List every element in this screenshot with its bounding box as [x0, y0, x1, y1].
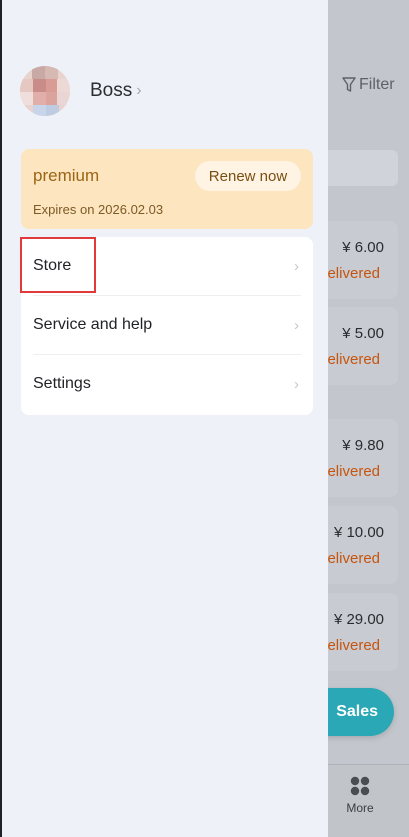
order-price: ¥ 9.80	[342, 437, 384, 454]
filter-label: Filter	[359, 76, 395, 93]
order-card[interactable]: ¥ 9.80 elivered	[318, 419, 398, 497]
premium-expiry: Expires on 2026.02.03	[33, 202, 164, 217]
order-status: elivered	[327, 550, 380, 567]
chevron-right-icon: ›	[294, 376, 299, 393]
order-card[interactable]: ¥ 6.00 elivered	[318, 221, 398, 299]
chevron-right-icon: ›	[294, 258, 299, 275]
avatar[interactable]	[20, 66, 70, 116]
profile-link[interactable]: Boss ›	[90, 80, 142, 102]
tab-more-label: More	[346, 801, 374, 815]
premium-title: premium	[33, 166, 100, 185]
menu-item-label: Service and help	[33, 316, 153, 333]
filter-button[interactable]: Filter	[342, 76, 395, 94]
order-price: ¥ 29.00	[333, 611, 384, 628]
order-status: elivered	[327, 637, 380, 654]
chevron-right-icon: ›	[294, 317, 299, 334]
order-card[interactable]: ¥ 10.00 elivered	[318, 506, 398, 584]
order-price: ¥ 10.00	[333, 524, 384, 541]
sales-label: Sales	[336, 703, 378, 720]
order-status: elivered	[327, 463, 380, 480]
premium-card[interactable]: premium Renew now Expires on 2026.02.03	[21, 149, 313, 229]
filter-icon	[342, 77, 356, 92]
order-card[interactable]: ¥ 29.00 elivered	[318, 593, 398, 671]
order-status: elivered	[327, 351, 380, 368]
menu-item-service-and-help[interactable]: Service and help ›	[21, 296, 313, 355]
grid-icon	[350, 776, 370, 796]
chevron-right-icon: ›	[136, 82, 142, 99]
renew-now-button[interactable]: Renew now	[195, 161, 301, 191]
highlight-box	[20, 237, 96, 293]
order-price: ¥ 6.00	[342, 239, 384, 256]
search-bar[interactable]	[318, 150, 398, 186]
order-price: ¥ 5.00	[342, 325, 384, 342]
order-card[interactable]: ¥ 5.00 elivered	[318, 307, 398, 385]
menu-item-settings[interactable]: Settings ›	[21, 355, 313, 414]
user-name: Boss	[90, 80, 133, 101]
tab-more[interactable]: More	[338, 775, 382, 815]
menu-item-label: Settings	[33, 375, 91, 392]
order-status: elivered	[327, 265, 380, 282]
side-drawer: Boss › premium Renew now Expires on 2026…	[0, 0, 328, 837]
